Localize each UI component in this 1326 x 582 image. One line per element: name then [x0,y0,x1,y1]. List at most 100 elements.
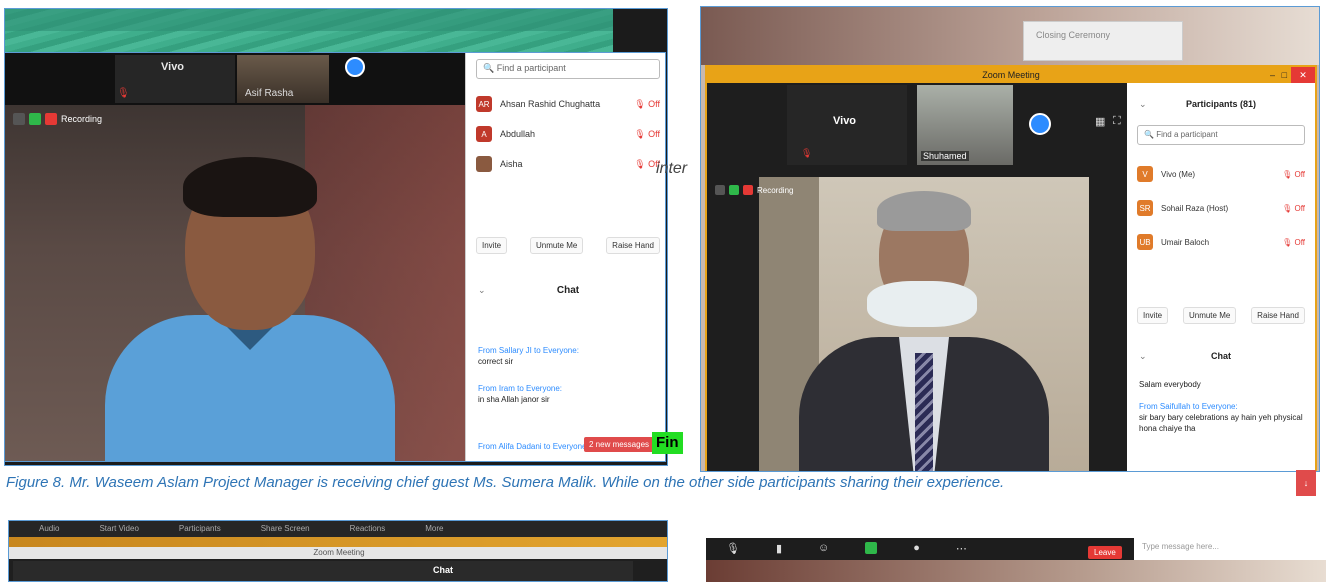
recording-label: Recording [757,185,794,195]
thumbnail-asif-label: Asif Rasha [245,88,294,99]
search-placeholder: Find a participant [496,63,566,73]
start-video-button[interactable]: Start Video [99,521,138,537]
maximize-icon[interactable]: □ [1282,67,1287,83]
shield-icon [715,185,725,195]
ceremony-sign: Closing Ceremony [1023,21,1183,61]
room-background [706,560,1326,582]
window-title: Zoom Meeting [9,547,667,559]
chat-message: From Sallary JI to Everyone: correct sir [478,345,658,367]
participant-row[interactable]: UB Umair Baloch 🎙 Off [1137,231,1305,253]
participants-panel: ⌄ Participants (81) 🔍 Find a participant… [1127,83,1315,471]
participant-name: Ahsan Rashid Chughatta [500,99,601,109]
raise-hand-button[interactable]: Raise Hand [1251,307,1305,324]
thumbnail-asif[interactable]: Asif Rasha [237,55,329,103]
close-icon[interactable]: ✕ [1291,67,1315,83]
avatar: SR [1137,200,1153,216]
meeting-toolbar: Audio Start Video Participants Share Scr… [9,521,667,537]
more-button[interactable]: More [425,521,443,537]
participant-row[interactable]: AR Ahsan Rashid Chughatta 🎙 Off [476,93,660,115]
participant-search-input[interactable]: 🔍 Find a participant [1137,125,1305,145]
avatar-badge-icon [345,57,365,77]
participant-row[interactable]: SR Sohail Raza (Host) 🎙 Off [1137,197,1305,219]
recording-indicator: Recording [715,185,793,195]
shield-icon [13,113,25,125]
thumbnail-vivo[interactable]: Vivo 🎙 [787,85,907,165]
speaker-hair [877,191,971,231]
overlay-text-fin: Fin [652,432,683,454]
speaker-video: Recording [5,105,465,461]
raise-hand-button[interactable]: Raise Hand [606,237,660,254]
chat-title: Chat [433,565,453,575]
thumbnail-shuhamed[interactable]: Shuhamed [917,85,1013,165]
speaker-hair [183,157,317,217]
lower-right-screenshot: 🎙 ▮ ☺ ● ⋯ Leave Type message here... [706,538,1326,582]
unmute-me-button[interactable]: Unmute Me [529,237,584,254]
avatar: AR [476,96,492,112]
minimize-icon[interactable]: – [1270,67,1275,83]
thumbnail-vivo-label: Vivo [833,115,857,127]
chat-sender[interactable]: From Iram to Everyone: [478,383,658,394]
left-zoom-window: Vivo 🎙 Asif Rasha Recording 🔍 Find a par… [4,52,666,462]
invite-button[interactable]: Invite [1137,307,1169,324]
right-screenshot: Closing Ceremony Zoom Meeting – □ ✕ Vivo… [700,6,1320,472]
chat-input[interactable]: Type message here... [1134,538,1326,560]
chat-text: in sha Allah janor sir [478,395,550,404]
mic-muted-icon[interactable]: 🎙 Off [634,99,660,110]
participant-row[interactable]: Aisha 🎙 Off [476,153,660,175]
participant-name: Vivo (Me) [1161,169,1196,179]
speaker-mask [867,281,977,327]
chat-sender[interactable]: From Saifullah to Everyone: [1139,401,1305,412]
figure-caption: Figure 8. Mr. Waseem Aslam Project Manag… [6,474,1005,491]
participant-name: Abdullah [500,129,536,139]
mic-muted-icon[interactable]: 🎙 Off [1282,238,1305,247]
participant-actions: Invite Unmute Me Raise Hand [1137,307,1305,324]
speaker-tie [915,353,933,471]
record-icon[interactable]: ● [913,542,920,555]
participant-row[interactable]: V Vivo (Me) 🎙 Off [1137,163,1305,185]
participant-row[interactable]: A Abdullah 🎙 Off [476,123,660,145]
new-messages-button[interactable]: 2 new messages [584,437,655,452]
share-screen-icon[interactable] [865,542,878,554]
avatar-badge-icon [1029,113,1051,135]
mic-muted-icon[interactable]: 🎙 Off [1282,204,1305,213]
chat-sender[interactable]: From Sallary JI to Everyone: [478,345,658,356]
chat-text: sir bary bary celebrations ay hain yeh p… [1139,413,1303,433]
chat-message: Salam everybody [1139,379,1305,390]
avatar: A [476,126,492,142]
leave-button[interactable]: Leave [1088,546,1122,559]
thumbnail-strip: Vivo 🎙 Asif Rasha [5,53,465,105]
video-area: Chat [13,561,633,581]
more-icon[interactable]: ⋯ [956,542,967,555]
thumbnail-vivo-label: Vivo [161,61,185,73]
microphone-icon[interactable]: 🎙 [726,542,740,555]
search-placeholder: Find a participant [1156,130,1218,139]
chat-title: Chat [556,285,580,296]
audio-button[interactable]: Audio [39,521,59,537]
share-screen-button[interactable]: Share Screen [261,521,310,537]
fullscreen-icon[interactable]: ⛶ [1113,115,1121,128]
participant-name: Umair Baloch [1161,237,1210,247]
overlay-text-inter: inter [656,160,688,177]
avatar [476,156,492,172]
unmute-me-button[interactable]: Unmute Me [1182,307,1237,324]
taskbar [9,537,667,547]
invite-button[interactable]: Invite [476,237,508,254]
meeting-toolbar: 🎙 ▮ ☺ ● ⋯ [726,542,967,555]
participant-name: Sohail Raza (Host) [1161,203,1229,213]
video-icon[interactable]: ▮ [776,542,782,555]
participant-search-input[interactable]: 🔍 Find a participant [476,59,660,79]
participants-icon[interactable]: ☺ [818,542,829,555]
participants-button[interactable]: Participants [179,521,221,537]
thumbnail-shuhamed-label: Shuhamed [921,151,969,161]
gallery-view-icon[interactable]: ▦ [1095,115,1105,128]
security-icon [29,113,41,125]
scroll-down-icon[interactable]: ↓ [1296,470,1316,496]
thumbnail-vivo[interactable]: Vivo 🎙 [115,55,235,103]
reactions-button[interactable]: Reactions [350,521,386,537]
mic-muted-icon[interactable]: 🎙 Off [634,129,660,140]
mic-muted-icon[interactable]: 🎙 Off [1282,170,1305,179]
chat-text: Salam everybody [1139,380,1201,389]
chat-message: From Saifullah to Everyone: sir bary bar… [1139,401,1305,434]
window-title: Zoom Meeting [707,67,1315,83]
participants-title: Participants (81) [1185,99,1257,109]
